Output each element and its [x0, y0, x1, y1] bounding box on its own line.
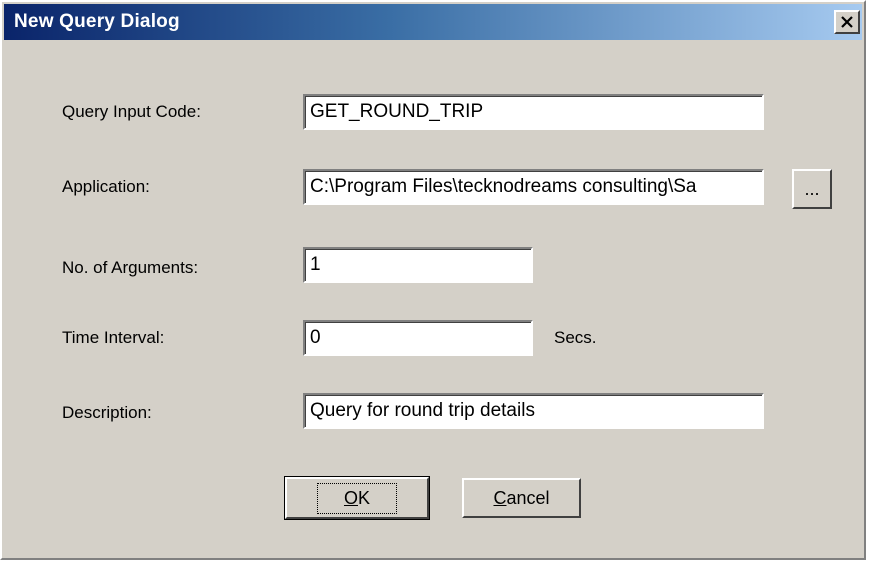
browse-button-label: ...: [804, 178, 820, 199]
ok-label-rest: K: [358, 487, 371, 508]
ok-mnemonic: O: [343, 487, 358, 508]
cancel-label-rest: ancel: [506, 487, 550, 508]
title-bar[interactable]: New Query Dialog: [4, 4, 862, 40]
time-interval-label: Time Interval:: [62, 328, 165, 347]
cancel-button[interactable]: Cancel: [462, 478, 581, 518]
application-field[interactable]: C:\Program Files\tecknodreams consulting…: [303, 169, 764, 205]
close-button[interactable]: [834, 10, 860, 34]
description-field[interactable]: Query for round trip details: [303, 393, 764, 429]
time-interval-field[interactable]: 0: [303, 320, 533, 356]
num-arguments-label: No. of Arguments:: [62, 258, 199, 277]
close-icon: [841, 12, 853, 33]
time-unit-label: Secs.: [554, 328, 597, 347]
ok-button[interactable]: OK: [284, 476, 430, 520]
close-icon-svg: [841, 15, 853, 28]
ok-button-focus: OK: [316, 482, 398, 514]
query-input-code-field[interactable]: GET_ROUND_TRIP: [303, 94, 764, 130]
query-input-code-label: Query Input Code:: [62, 102, 201, 121]
application-label: Application:: [62, 177, 150, 196]
num-arguments-field[interactable]: 1: [303, 247, 533, 283]
dialog-title: New Query Dialog: [14, 11, 180, 32]
new-query-dialog: New Query Dialog Query Input Code: GET_R…: [0, 0, 866, 560]
browse-button[interactable]: ...: [792, 169, 832, 209]
description-label: Description:: [62, 403, 152, 422]
cancel-mnemonic: C: [493, 487, 507, 508]
